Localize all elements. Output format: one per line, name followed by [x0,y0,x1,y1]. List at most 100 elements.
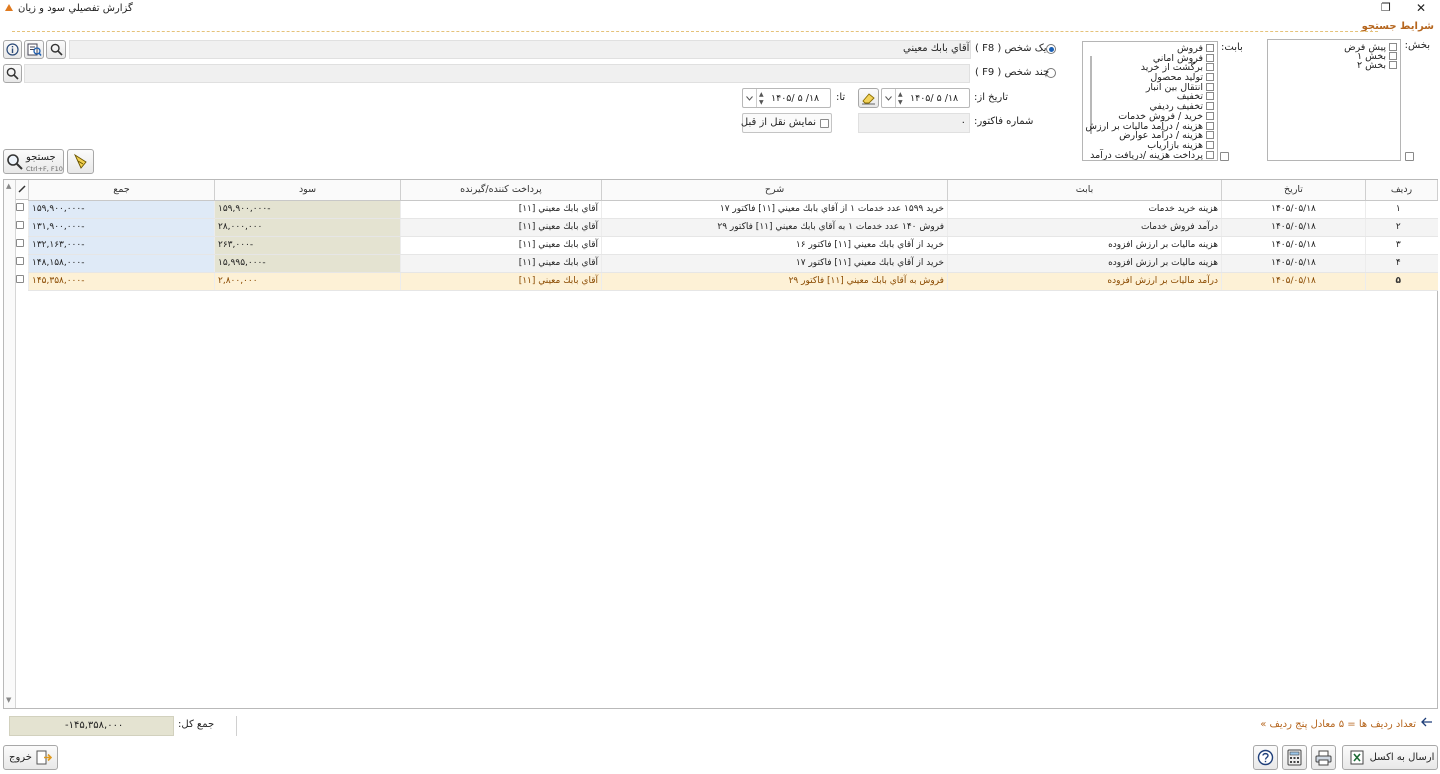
person-field[interactable] [69,40,971,59]
checkbox[interactable] [1206,83,1214,91]
date-from-picker[interactable]: ۱۴۰۵/ ۵ /۱۸ ▲ ▼ [881,88,970,108]
checkbox[interactable] [1206,131,1214,139]
search-button[interactable]: جستجو Ctrl+F, F10 [3,149,64,174]
data-grid[interactable]: ▲ ▼ رديف تاريخ بابت شرح پرداخت کننده/گير… [3,179,1438,709]
babat-item[interactable]: فروش [1177,43,1214,53]
row-checkbox[interactable] [16,239,24,247]
cell-sood: ۲۸,۰۰۰,۰۰۰ [214,218,401,237]
one-person-radio[interactable] [1046,44,1056,54]
babat-item[interactable]: هزينه بازارياب [1147,140,1214,150]
multi-person-field[interactable] [24,64,970,83]
checkbox[interactable] [1206,151,1214,159]
invoice-value: ۰ [960,117,966,128]
checkbox[interactable] [1206,141,1214,149]
cell-radif: ۴ [1365,254,1438,273]
column-header-sood[interactable]: سود [214,180,401,201]
table-row[interactable]: ۴ ۱۴۰۵/۰۵/۱۸ هزينه ماليات بر ارزش افزوده… [28,254,1438,273]
scroll-up-icon[interactable]: ▲ [6,182,11,190]
close-window-icon[interactable]: ✕ [1416,1,1426,15]
row-checkbox[interactable] [16,203,24,211]
checkbox[interactable] [1206,122,1214,130]
babat-list[interactable]: فروش فروش اماني برگشت از خريد توليد محصو… [1082,41,1218,161]
grid-scrollbar[interactable]: ▲ ▼ [4,180,16,708]
table-row[interactable]: ۱ ۱۴۰۵/۰۵/۱۸ هزينه خريد خدمات خريد ۱۵۹۹ … [28,200,1438,219]
cell-sharh: خريد از آقاي بابك معيني [۱۱] فاکتور ۱۶ [601,236,948,255]
bakhsh-item[interactable]: بخش ۲ [1357,60,1397,70]
column-header-sharh[interactable]: شرح [601,180,948,201]
restore-window-icon[interactable]: ❐ [1381,1,1391,14]
search-button-shortcut: Ctrl+F, F10 [26,165,63,173]
spin-up-icon[interactable]: ▲ [759,91,764,98]
column-header-jam[interactable]: جمع [28,180,215,201]
checkbox[interactable] [1389,43,1397,51]
help-button[interactable] [1253,745,1278,770]
clear-filter-button[interactable] [67,149,94,174]
checkbox[interactable] [1206,112,1214,120]
show-prev-toggle[interactable]: نمايش نقل از قبل [741,113,832,133]
dropdown-arrow-icon[interactable] [743,89,757,107]
checkbox[interactable] [1389,61,1397,69]
dropdown-arrow-icon[interactable] [882,89,896,107]
checkbox[interactable] [1206,63,1214,71]
cell-jam: -۱۴۵,۳۵۸,۰۰۰ [28,272,215,291]
total-field: -۱۴۵,۳۵۸,۰۰۰ [9,716,174,736]
babat-select-all-checkbox[interactable] [1220,152,1229,161]
scroll-down-icon[interactable]: ▼ [6,696,11,704]
checkbox[interactable] [1206,44,1214,52]
info-button[interactable] [3,40,22,59]
bakhsh-list[interactable]: پيش فرض بخش ۱ بخش ۲ [1267,39,1401,161]
cell-payer: آقاي بابك معيني [۱۱] [400,272,602,291]
babat-item[interactable]: توليد محصول [1150,72,1214,82]
exit-button-label: خروج [9,752,32,763]
babat-item[interactable]: تخفيف [1177,91,1214,101]
table-row[interactable]: ۲ ۱۴۰۵/۰۵/۱۸ درآمد فروش خدمات فروش ۱۴۰ ع… [28,218,1438,237]
babat-item[interactable]: هزينه / درآمد عوارض [1119,130,1214,140]
cell-date: ۱۴۰۵/۰۵/۱۸ [1221,218,1366,237]
bakhsh-label: بخش: [1404,40,1430,51]
checkbox[interactable] [1206,73,1214,81]
checkbox[interactable] [1389,52,1397,60]
exit-button[interactable]: خروج [3,745,58,770]
person-search-button[interactable] [46,40,66,59]
checkbox[interactable] [1206,92,1214,100]
column-header-radif[interactable]: رديف [1365,180,1438,201]
calculator-icon [1287,749,1302,766]
cell-payer: آقاي بابك معيني [۱۱] [400,200,602,219]
babat-item[interactable]: خريد / فروش خدمات [1118,111,1214,121]
calculator-button[interactable] [1282,745,1307,770]
back-arrow-icon[interactable] [1421,717,1433,730]
checkbox[interactable] [1206,102,1214,110]
babat-item[interactable]: پرداخت هزينه /دريافت درآمد [1090,150,1214,160]
checkbox[interactable] [1206,54,1214,62]
row-checkbox[interactable] [16,257,24,265]
show-prev-checkbox[interactable] [820,119,829,128]
babat-item[interactable]: برگشت از خريد [1141,62,1214,72]
print-button[interactable] [1311,745,1336,770]
multi-person-search-button[interactable] [3,64,22,83]
cell-babat: هزينه خريد خدمات [947,200,1222,219]
spin-down-icon[interactable]: ▼ [759,99,764,106]
babat-item[interactable]: تخفيف رديفي [1150,101,1214,111]
bakhsh-select-all-checkbox[interactable] [1405,152,1414,161]
date-to-picker[interactable]: ۱۴۰۵/ ۵ /۱۸ ▲ ▼ [742,88,831,108]
cell-payer: آقاي بابك معيني [۱۱] [400,236,602,255]
column-header-date[interactable]: تاريخ [1221,180,1366,201]
cell-sharh: فروش به آقاي بابك معيني [۱۱] فاکتور ۲۹ [601,272,948,291]
row-checkbox[interactable] [16,275,24,283]
person-card-button[interactable] [24,40,44,59]
row-checkbox[interactable] [16,221,24,229]
column-header-payer[interactable]: پرداخت کننده/گيرنده [400,180,602,201]
spin-up-icon[interactable]: ▲ [898,91,903,98]
spin-down-icon[interactable]: ▼ [898,99,903,106]
grid-header-edit-icon[interactable] [16,180,28,200]
cell-babat: هزينه ماليات بر ارزش افزوده [947,254,1222,273]
date-to-value: ۱۴۰۵/ ۵ /۱۸ [771,93,820,104]
column-header-babat[interactable]: بابت [947,180,1222,201]
eraser-icon [862,92,875,104]
export-excel-button[interactable]: ارسال به اکسل [1342,745,1438,770]
table-row[interactable]: ۳ ۱۴۰۵/۰۵/۱۸ هزينه ماليات بر ارزش افزوده… [28,236,1438,255]
clear-dates-button[interactable] [858,88,879,108]
cell-radif: ۱ [1365,200,1438,219]
invoice-field[interactable]: ۰ [858,113,970,133]
table-row-selected[interactable]: ۵ ۱۴۰۵/۰۵/۱۸ درآمد ماليات بر ارزش افزوده… [28,272,1438,291]
